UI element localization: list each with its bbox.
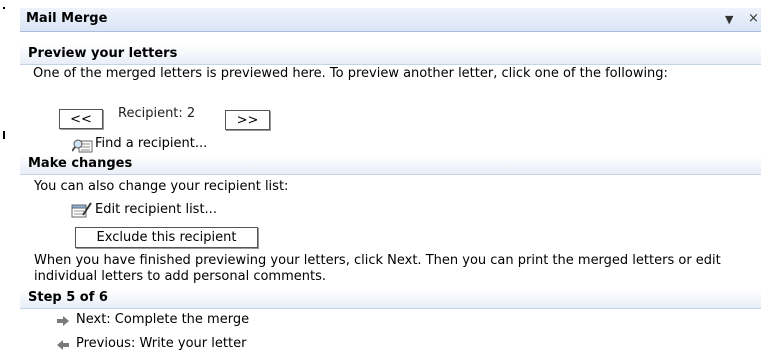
- previous-recipient-button[interactable]: <<: [59, 109, 103, 129]
- find-recipient-icon[interactable]: [72, 136, 94, 154]
- window-edge-mid: [3, 131, 5, 139]
- find-recipient-link[interactable]: Find a recipient...: [95, 136, 207, 151]
- pane-title-bar: Mail Merge ▼ ×: [20, 8, 761, 32]
- changes-description: You can also change your recipient list:: [34, 179, 289, 194]
- pane-title: Mail Merge: [26, 11, 108, 26]
- preview-section-header: Preview your letters: [20, 45, 761, 65]
- changes-section-header: Make changes: [20, 155, 761, 175]
- step-heading: Step 5 of 6: [28, 290, 108, 305]
- pane-close-icon[interactable]: ×: [748, 11, 759, 26]
- previous-step-link[interactable]: Previous: Write your letter: [76, 336, 246, 351]
- mail-merge-pane: Mail Merge ▼ × Preview your letters One …: [20, 5, 761, 353]
- finish-instructions: When you have finished previewing your l…: [34, 253, 721, 284]
- edit-list-icon[interactable]: [71, 201, 93, 219]
- preview-heading: Preview your letters: [28, 46, 178, 61]
- left-arrow-icon[interactable]: [56, 339, 70, 351]
- preview-description: One of the merged letters is previewed h…: [33, 66, 668, 81]
- step-section-header: Step 5 of 6: [20, 289, 761, 309]
- exclude-recipient-button[interactable]: Exclude this recipient: [75, 227, 258, 248]
- recipient-indicator: Recipient: 2: [118, 106, 196, 121]
- changes-heading: Make changes: [28, 156, 133, 171]
- pane-dropdown-icon[interactable]: ▼: [725, 13, 733, 26]
- edit-recipient-list-link[interactable]: Edit recipient list...: [95, 202, 217, 217]
- next-step-link[interactable]: Next: Complete the merge: [76, 312, 249, 327]
- right-arrow-icon[interactable]: [56, 315, 70, 327]
- window-edge-top: [3, 7, 5, 9]
- next-recipient-button[interactable]: >>: [225, 110, 270, 130]
